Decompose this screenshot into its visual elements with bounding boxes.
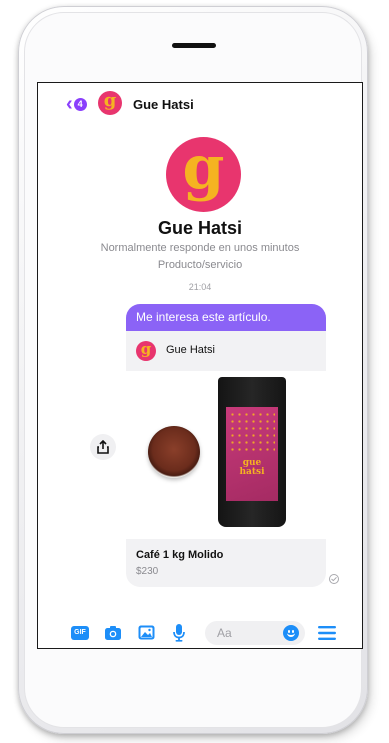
message-timestamp: 21:04 <box>188 282 212 292</box>
composer-bar: GIF <box>38 618 362 648</box>
microphone-icon[interactable] <box>172 623 186 642</box>
coffee-bag-image: gue hatsi <box>218 377 286 527</box>
back-button[interactable]: ‹ 4 <box>66 93 87 115</box>
seen-check-icon <box>329 574 339 584</box>
chat-header: ‹ 4 g Gue Hatsi <box>38 83 362 125</box>
chevron-left-icon: ‹ <box>66 93 73 115</box>
share-icon <box>97 440 109 454</box>
message-input[interactable] <box>205 621 277 645</box>
brand-logo-icon: g <box>140 340 152 358</box>
product-info[interactable]: Café 1 kg Molido $230 <box>126 539 326 587</box>
contact-name[interactable]: Gue Hatsi <box>133 97 194 112</box>
bag-label: gue hatsi <box>226 407 278 501</box>
avatar[interactable]: g <box>98 91 122 115</box>
brand-logo-icon: g <box>103 90 117 111</box>
seller-name: Gue Hatsi <box>166 344 215 356</box>
seller-avatar: g <box>136 341 156 361</box>
product-card-header[interactable]: g Gue Hatsi <box>126 331 326 371</box>
profile-category: Producto/servicio <box>157 259 243 271</box>
phone-speaker <box>172 43 216 48</box>
product-name: Café 1 kg Molido <box>136 549 224 561</box>
bag-pattern <box>229 411 275 451</box>
product-image[interactable]: gue hatsi <box>126 371 326 539</box>
profile-name: Gue Hatsi <box>157 218 243 238</box>
gif-icon[interactable]: GIF <box>71 626 89 640</box>
response-time-text: Normalmente responde en unos minutos <box>100 242 300 254</box>
camera-icon[interactable] <box>104 625 122 641</box>
unread-count-badge: 4 <box>73 97 87 111</box>
emoji-icon[interactable] <box>283 625 299 641</box>
product-price: $230 <box>136 566 159 577</box>
message-input-pill <box>205 621 305 645</box>
message-bubble[interactable]: Me interesa este artículo. <box>126 304 326 331</box>
messenger-screen: ‹ 4 g Gue Hatsi g Gue Hatsi Normalmente … <box>37 82 363 649</box>
image-icon[interactable] <box>138 625 155 640</box>
profile-avatar: g <box>166 137 241 212</box>
ground-coffee-bowl-image <box>148 426 200 478</box>
brand-logo-icon: g <box>182 132 225 203</box>
share-button[interactable] <box>90 434 116 460</box>
bag-logo: gue hatsi <box>239 458 265 477</box>
menu-icon[interactable] <box>318 626 336 640</box>
